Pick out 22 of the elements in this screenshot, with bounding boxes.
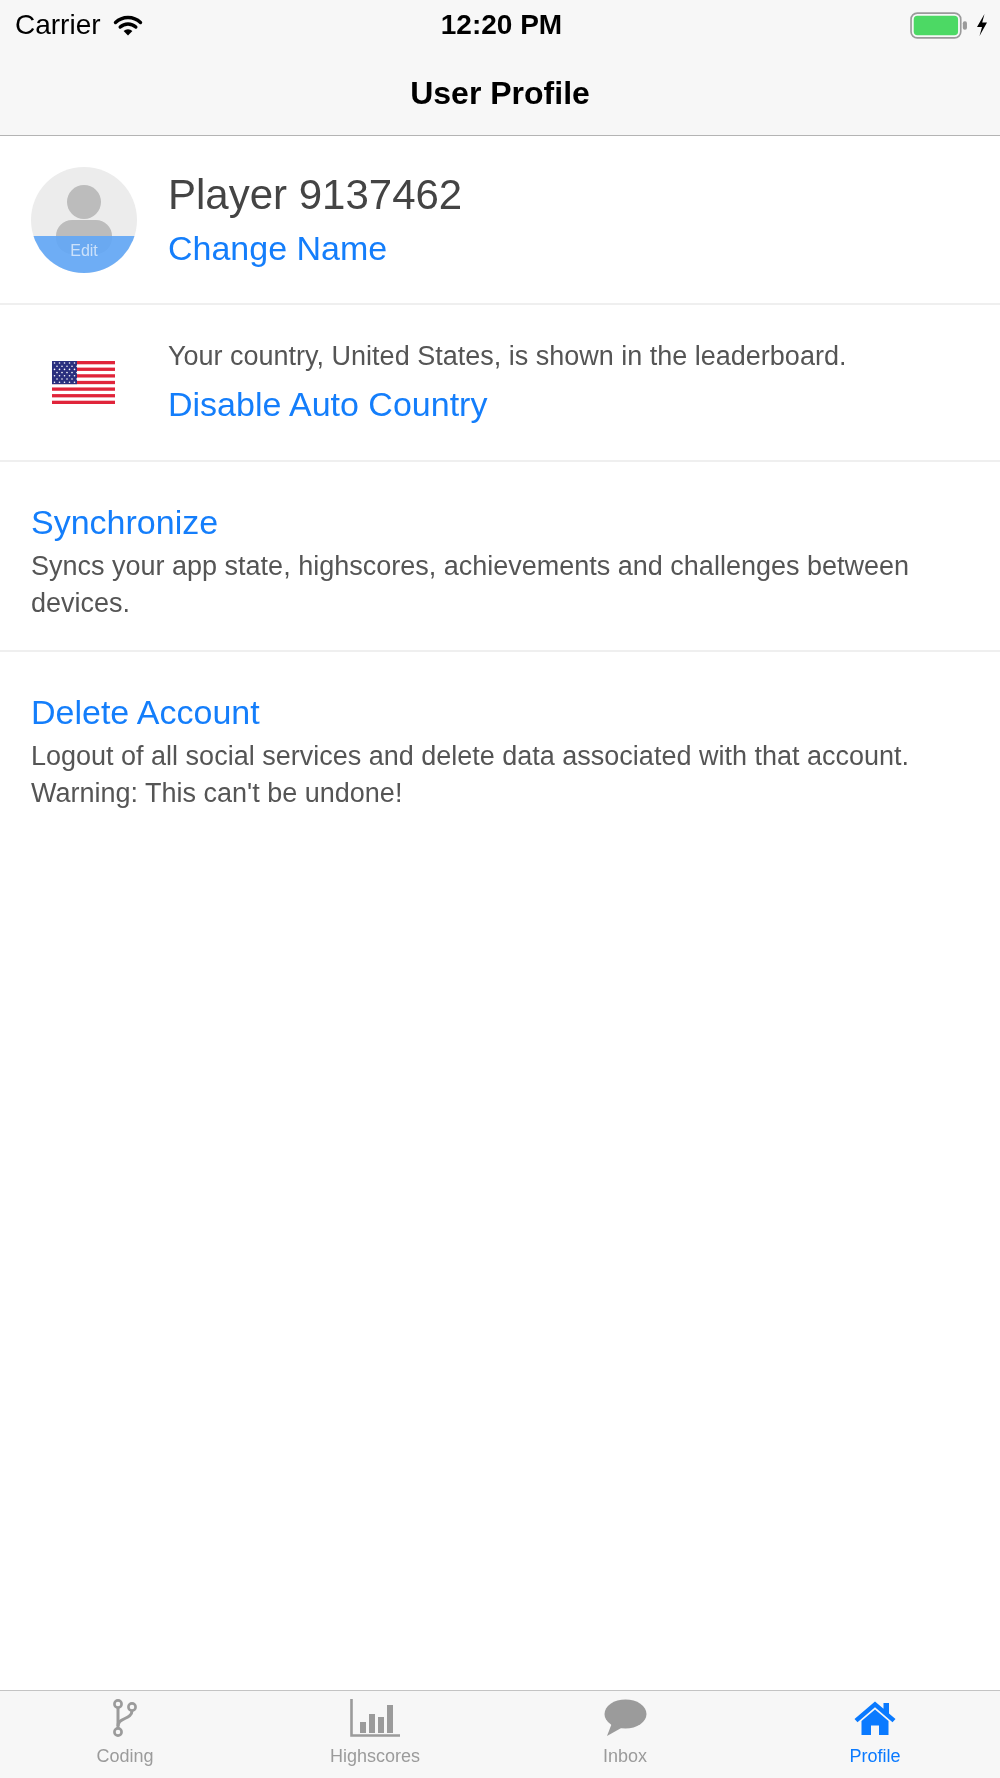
clock-time: 12:20 PM [440, 9, 563, 41]
branch-icon [112, 1699, 138, 1737]
disable-auto-country-link[interactable]: Disable Auto Country [168, 382, 488, 426]
nav-title: User Profile [410, 73, 590, 113]
tab-button[interactable]: Highscores [329, 1691, 420, 1778]
action-link[interactable]: Delete Account [31, 690, 260, 734]
change-name-link[interactable]: Change Name [168, 226, 388, 270]
wifi-icon [112, 14, 143, 36]
country-message: Your country, United States, is shown in the leaderboard. [168, 340, 847, 373]
action-description: Syncs your app state, highscores, achievements and challenges between devices. [31, 550, 911, 620]
tab-button[interactable]: Profile [849, 1691, 901, 1778]
action-link[interactable]: Synchronize [31, 500, 219, 544]
home-icon [854, 1700, 896, 1736]
bar-chart-icon [350, 1699, 400, 1737]
tab-button[interactable]: Inbox [602, 1691, 647, 1778]
carrier-label: Carrier [15, 9, 101, 41]
flag-icon [52, 361, 115, 404]
tab-button[interactable]: Coding [96, 1691, 154, 1778]
action-description: Logout of all social services and delete data associated with that account. Warning: This can't be undone! [31, 740, 911, 810]
speech-bubble-icon [603, 1699, 647, 1737]
player-name: Player 9137462 [168, 170, 463, 220]
battery-icon [910, 11, 968, 39]
